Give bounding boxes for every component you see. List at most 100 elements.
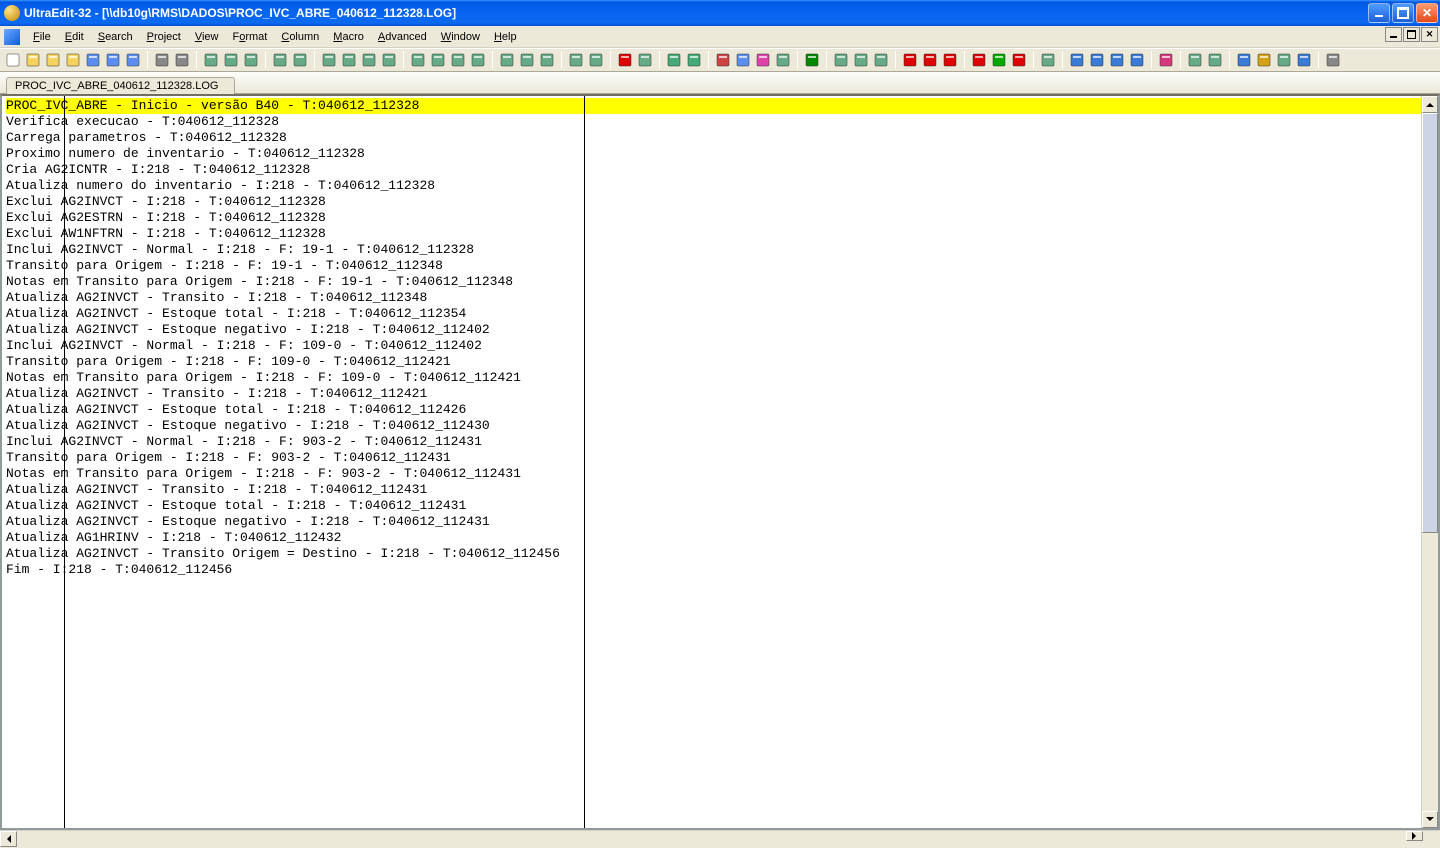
mdi-close-button[interactable] (1421, 27, 1438, 42)
play-macro-icon[interactable] (990, 51, 1008, 69)
menu-view[interactable]: View (188, 29, 226, 45)
menu-help[interactable]: Help (487, 29, 524, 45)
scroll-right-arrow-icon[interactable] (1406, 831, 1423, 841)
mdi-minimize-button[interactable] (1385, 27, 1402, 42)
text-line: Inclui AG2INVCT - Normal - I:218 - F: 90… (6, 434, 482, 449)
menu-macro[interactable]: Macro (326, 29, 371, 45)
replace-icon[interactable] (1157, 51, 1175, 69)
save-all-icon[interactable] (124, 51, 142, 69)
ctags-icon[interactable] (1275, 51, 1293, 69)
horizontal-scrollbar[interactable] (0, 830, 1440, 847)
ebcdic-icon[interactable] (429, 51, 447, 69)
text-line: Notas em Transito para Origem - I:218 - … (6, 466, 521, 481)
save-as-icon[interactable] (104, 51, 122, 69)
bookmark-icon[interactable] (636, 51, 654, 69)
delete-mark-icon[interactable] (616, 51, 634, 69)
unix-mac-icon[interactable] (340, 51, 358, 69)
print-preview-icon[interactable] (173, 51, 191, 69)
clipboard-win-icon[interactable] (567, 51, 585, 69)
toolbar-separator (196, 51, 197, 69)
scroll-left-arrow-icon[interactable] (0, 831, 17, 847)
copy-icon[interactable] (734, 51, 752, 69)
copy-file2-icon[interactable] (222, 51, 240, 69)
open-file-icon[interactable] (24, 51, 42, 69)
maximize-button[interactable] (1392, 3, 1414, 23)
sort-asc-icon[interactable] (449, 51, 467, 69)
open-recent-icon[interactable] (64, 51, 82, 69)
line-numbers-icon[interactable] (852, 51, 870, 69)
menu-project[interactable]: Project (140, 29, 188, 45)
toolbar-separator (826, 51, 827, 69)
function-list-icon[interactable] (1039, 51, 1057, 69)
web-preview-icon[interactable] (518, 51, 536, 69)
refresh-icon[interactable] (1295, 51, 1313, 69)
browser-icon[interactable] (538, 51, 556, 69)
text-line: Exclui AG2ESTRN - I:218 - T:040612_11232… (6, 210, 326, 225)
cancel-icon[interactable] (941, 51, 959, 69)
clipboard-hist-icon[interactable] (774, 51, 792, 69)
html-tidy-icon[interactable] (1235, 51, 1253, 69)
menu-column[interactable]: Column (274, 29, 326, 45)
goto-icon[interactable] (803, 51, 821, 69)
menu-window[interactable]: Window (434, 29, 487, 45)
text-line: Atualiza AG2INVCT - Transito - I:218 - T… (6, 386, 427, 401)
close-button[interactable] (1416, 3, 1438, 23)
scroll-down-arrow-icon[interactable] (1422, 811, 1438, 828)
text-line: Atualiza AG2INVCT - Estoque total - I:21… (6, 498, 466, 513)
find-in-files-icon[interactable] (1128, 51, 1146, 69)
scroll-corner (1423, 831, 1440, 848)
undo-icon[interactable] (665, 51, 683, 69)
dos-unix2-icon[interactable] (380, 51, 398, 69)
menu-file[interactable]: File (26, 29, 58, 45)
vertical-scroll-thumb[interactable] (1422, 113, 1438, 533)
text-line: Atualiza AG2INVCT - Estoque negativo - I… (6, 418, 490, 433)
word-wrap-icon[interactable] (872, 51, 890, 69)
menu-edit[interactable]: Edit (58, 29, 91, 45)
close-file-icon[interactable] (44, 51, 62, 69)
show-spaces-icon[interactable] (832, 51, 850, 69)
insert-template-icon[interactable] (498, 51, 516, 69)
find-next-icon[interactable] (1088, 51, 1106, 69)
spell-check-icon[interactable] (901, 51, 919, 69)
save-icon[interactable] (84, 51, 102, 69)
horizontal-scroll-track[interactable] (17, 831, 1440, 847)
ascii-table-icon[interactable] (409, 51, 427, 69)
delete-icon[interactable] (921, 51, 939, 69)
clipboard2-icon[interactable] (291, 51, 309, 69)
editor-viewport[interactable]: PROC_IVC_ABRE - Inicio - versão B40 - T:… (2, 96, 1438, 828)
run-tool-icon[interactable] (1255, 51, 1273, 69)
copy-file3-icon[interactable] (242, 51, 260, 69)
scroll-up-arrow-icon[interactable] (1422, 96, 1438, 113)
menu-format[interactable]: Format (226, 29, 275, 45)
find-prev-icon[interactable] (1108, 51, 1126, 69)
vertical-scrollbar[interactable] (1421, 96, 1438, 828)
config-icon[interactable] (1324, 51, 1342, 69)
print-icon[interactable] (153, 51, 171, 69)
dos-unix-icon[interactable] (320, 51, 338, 69)
window-titlebar: UltraEdit-32 - [\\db10g\RMS\DADOS\PROC_I… (0, 0, 1440, 26)
find-icon[interactable] (1068, 51, 1086, 69)
menu-advanced[interactable]: Advanced (371, 29, 434, 45)
cut-icon[interactable] (714, 51, 732, 69)
text-line: Verifica execucao - T:040612_112328 (6, 114, 279, 129)
sort-desc-icon[interactable] (469, 51, 487, 69)
text-content[interactable]: PROC_IVC_ABRE - Inicio - versão B40 - T:… (2, 96, 1438, 578)
clipboard-user-icon[interactable] (587, 51, 605, 69)
paste-icon[interactable] (754, 51, 772, 69)
dos-mac-icon[interactable] (360, 51, 378, 69)
clipboard1-icon[interactable] (271, 51, 289, 69)
record-macro-icon[interactable] (970, 51, 988, 69)
minimize-button[interactable] (1368, 3, 1390, 23)
stop-macro-icon[interactable] (1010, 51, 1028, 69)
text-line: Inclui AG2INVCT - Normal - I:218 - F: 10… (6, 338, 482, 353)
toolbar-separator (561, 51, 562, 69)
text-line: Atualiza AG2INVCT - Estoque negativo - I… (6, 514, 490, 529)
new-file-icon[interactable] (4, 51, 22, 69)
file-tab[interactable]: PROC_IVC_ABRE_040612_112328.LOG (6, 77, 235, 94)
sum-columns-icon[interactable] (1206, 51, 1224, 69)
column-mode-icon[interactable] (1186, 51, 1204, 69)
copy-file1-icon[interactable] (202, 51, 220, 69)
redo-icon[interactable] (685, 51, 703, 69)
menu-search[interactable]: Search (91, 29, 140, 45)
mdi-restore-button[interactable] (1403, 27, 1420, 42)
